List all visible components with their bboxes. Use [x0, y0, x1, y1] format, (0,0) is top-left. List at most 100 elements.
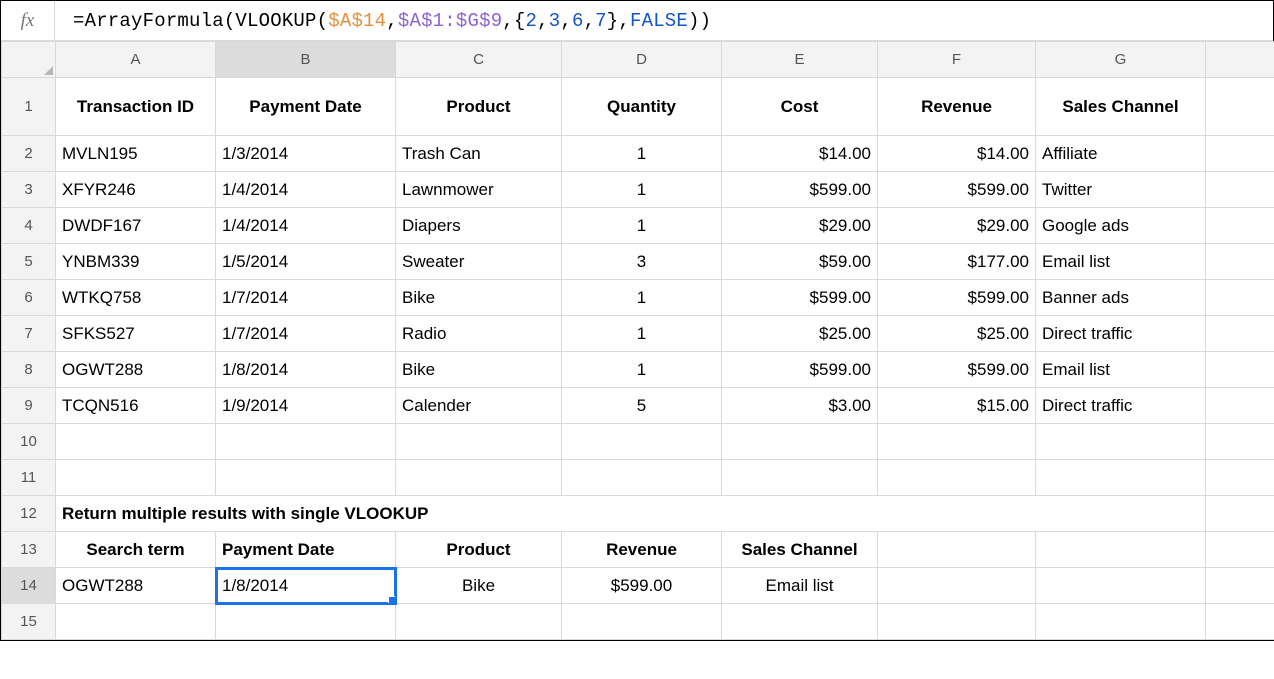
cell-A5[interactable]: YNBM339 [56, 244, 216, 280]
col-header-A[interactable]: A [56, 42, 216, 78]
cell-C6[interactable]: Bike [396, 280, 562, 316]
cell-D5[interactable]: 3 [562, 244, 722, 280]
cell-D8[interactable]: 1 [562, 352, 722, 388]
cell-D3[interactable]: 1 [562, 172, 722, 208]
cell-A6[interactable]: WTKQ758 [56, 280, 216, 316]
cell[interactable] [1206, 136, 1274, 172]
cell-E6[interactable]: $599.00 [722, 280, 878, 316]
cell-C7[interactable]: Radio [396, 316, 562, 352]
cell-E5[interactable]: $59.00 [722, 244, 878, 280]
fx-icon[interactable]: fx [1, 1, 55, 40]
row-header-11[interactable]: 11 [2, 460, 56, 496]
result-D[interactable]: $599.00 [562, 568, 722, 604]
row-header-8[interactable]: 8 [2, 352, 56, 388]
cell[interactable] [1206, 280, 1274, 316]
row-header-13[interactable]: 13 [2, 532, 56, 568]
cell-G6[interactable]: Banner ads [1036, 280, 1206, 316]
row-header-4[interactable]: 4 [2, 208, 56, 244]
cell-A9[interactable]: TCQN516 [56, 388, 216, 424]
row-header-3[interactable]: 3 [2, 172, 56, 208]
cell-C5[interactable]: Sweater [396, 244, 562, 280]
section-title[interactable]: Return multiple results with single VLOO… [56, 496, 1206, 532]
cell[interactable] [1206, 496, 1274, 532]
cell[interactable] [396, 604, 562, 640]
cell-F2[interactable]: $14.00 [878, 136, 1036, 172]
cell[interactable] [722, 604, 878, 640]
header-F[interactable]: Revenue [878, 78, 1036, 136]
cell-A2[interactable]: MVLN195 [56, 136, 216, 172]
result-E[interactable]: Email list [722, 568, 878, 604]
cell-G2[interactable]: Affiliate [1036, 136, 1206, 172]
cell-E2[interactable]: $14.00 [722, 136, 878, 172]
formula-input[interactable]: =ArrayFormula(VLOOKUP($A$14,$A$1:$G$9,{2… [55, 1, 1273, 40]
col-header-D[interactable]: D [562, 42, 722, 78]
cell[interactable] [396, 424, 562, 460]
cell-B4[interactable]: 1/4/2014 [216, 208, 396, 244]
cell-D2[interactable]: 1 [562, 136, 722, 172]
cell[interactable] [56, 424, 216, 460]
subheader-D[interactable]: Revenue [562, 532, 722, 568]
cell-D6[interactable]: 1 [562, 280, 722, 316]
cell-F8[interactable]: $599.00 [878, 352, 1036, 388]
cell[interactable] [1206, 568, 1274, 604]
col-header-E[interactable]: E [722, 42, 878, 78]
cell-B7[interactable]: 1/7/2014 [216, 316, 396, 352]
cell-C2[interactable]: Trash Can [396, 136, 562, 172]
cell[interactable] [878, 604, 1036, 640]
cell-A3[interactable]: XFYR246 [56, 172, 216, 208]
cell-A7[interactable]: SFKS527 [56, 316, 216, 352]
col-header-B[interactable]: B [216, 42, 396, 78]
cell[interactable] [56, 604, 216, 640]
cell[interactable] [1036, 532, 1206, 568]
cell-F3[interactable]: $599.00 [878, 172, 1036, 208]
header-D[interactable]: Quantity [562, 78, 722, 136]
cell[interactable] [562, 460, 722, 496]
col-header-F[interactable]: F [878, 42, 1036, 78]
grid[interactable]: ABCDEFG 1Transaction IDPayment DateProdu… [1, 41, 1274, 640]
cell[interactable] [1206, 208, 1274, 244]
subheader-A[interactable]: Search term [56, 532, 216, 568]
cell-F7[interactable]: $25.00 [878, 316, 1036, 352]
cell[interactable] [396, 460, 562, 496]
header-E[interactable]: Cost [722, 78, 878, 136]
cell[interactable] [562, 604, 722, 640]
cell-B5[interactable]: 1/5/2014 [216, 244, 396, 280]
cell[interactable] [1206, 352, 1274, 388]
cell-B2[interactable]: 1/3/2014 [216, 136, 396, 172]
row-header-10[interactable]: 10 [2, 424, 56, 460]
cell-C3[interactable]: Lawnmower [396, 172, 562, 208]
cell-A8[interactable]: OGWT288 [56, 352, 216, 388]
select-all-corner[interactable] [2, 42, 56, 78]
cell-C8[interactable]: Bike [396, 352, 562, 388]
column-header-row[interactable]: ABCDEFG [2, 42, 1274, 78]
header-B[interactable]: Payment Date [216, 78, 396, 136]
row-header-6[interactable]: 6 [2, 280, 56, 316]
cell-F5[interactable]: $177.00 [878, 244, 1036, 280]
result-B[interactable]: 1/8/2014 [216, 568, 396, 604]
cell-A4[interactable]: DWDF167 [56, 208, 216, 244]
cell[interactable] [1036, 460, 1206, 496]
cell-F6[interactable]: $599.00 [878, 280, 1036, 316]
cell[interactable] [878, 532, 1036, 568]
cell-G7[interactable]: Direct traffic [1036, 316, 1206, 352]
cell-C9[interactable]: Calender [396, 388, 562, 424]
cell[interactable] [1206, 604, 1274, 640]
cell-G8[interactable]: Email list [1036, 352, 1206, 388]
row-header-1[interactable]: 1 [2, 78, 56, 136]
cell-C4[interactable]: Diapers [396, 208, 562, 244]
subheader-C[interactable]: Product [396, 532, 562, 568]
cell-F9[interactable]: $15.00 [878, 388, 1036, 424]
cell-D9[interactable]: 5 [562, 388, 722, 424]
header-G[interactable]: Sales Channel [1036, 78, 1206, 136]
cell-G9[interactable]: Direct traffic [1036, 388, 1206, 424]
row-header-7[interactable]: 7 [2, 316, 56, 352]
cell[interactable] [216, 424, 396, 460]
col-header-G[interactable]: G [1036, 42, 1206, 78]
cell-F4[interactable]: $29.00 [878, 208, 1036, 244]
cell-E7[interactable]: $25.00 [722, 316, 878, 352]
cell[interactable] [1206, 172, 1274, 208]
cell[interactable] [722, 424, 878, 460]
cell[interactable] [1206, 244, 1274, 280]
row-header-5[interactable]: 5 [2, 244, 56, 280]
row-header-2[interactable]: 2 [2, 136, 56, 172]
